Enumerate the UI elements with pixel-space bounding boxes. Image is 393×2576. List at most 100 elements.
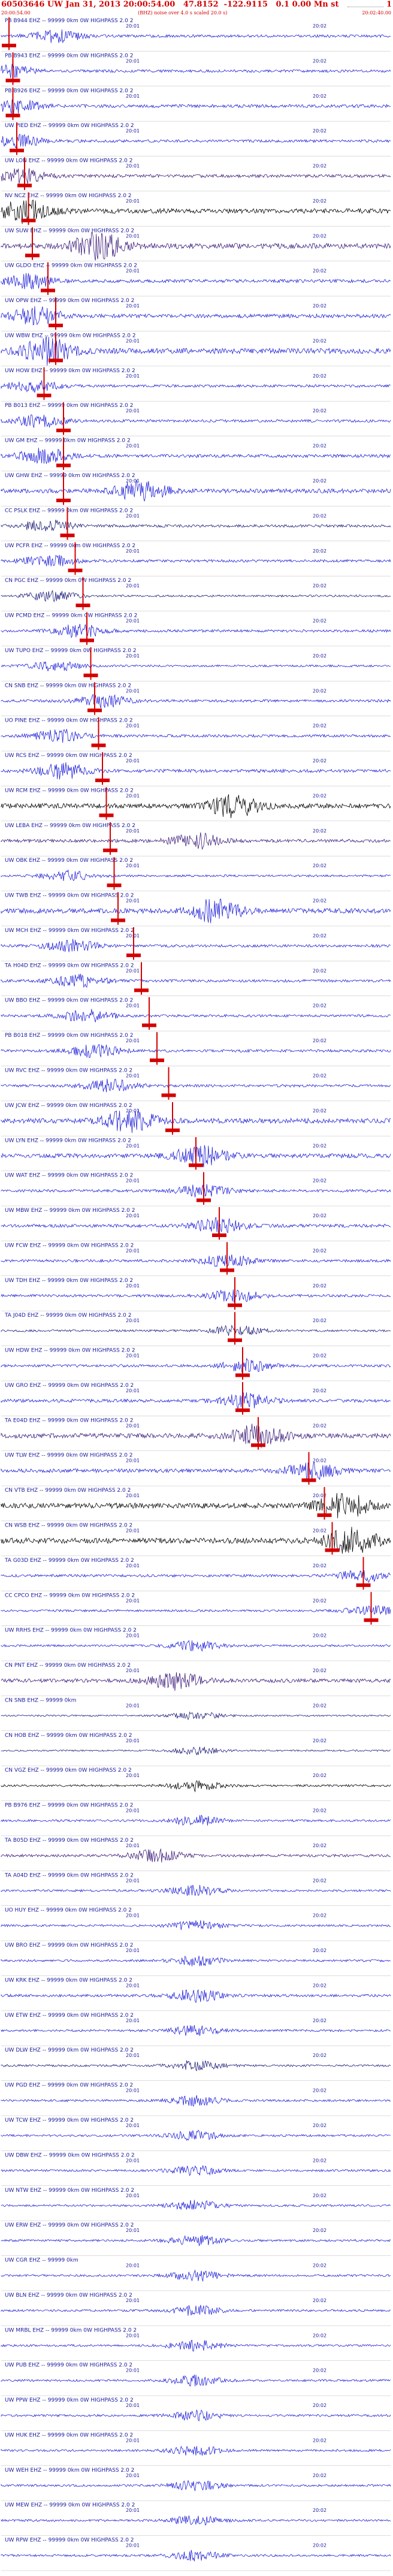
- station-trace-67: UW PUB EHZ -- 99999 0km 0W HIGHPASS 2.0 …: [1, 2363, 391, 2396]
- waveform: [1, 762, 391, 780]
- waveform: [1, 2375, 391, 2387]
- station-trace-31: UW JCW EHZ -- 99999 0km 0W HIGHPASS 2.0 …: [1, 1102, 391, 1136]
- station-label: PB B018 EHZ -- 99999 0km 0W HIGHPASS 2.0…: [5, 1033, 133, 1039]
- pick-flag: [325, 1548, 340, 1552]
- waveform: [1, 2515, 391, 2526]
- station-trace-72: UW RPW EHZ -- 99999 0km 0W HIGHPASS 2.0 …: [1, 2538, 391, 2571]
- time-tick-label: 20:02: [313, 2473, 327, 2478]
- pick-flag: [134, 988, 149, 993]
- station-label: UW BBO EHZ -- 99999 0km 0W HIGHPASS 2.0 …: [5, 998, 133, 1004]
- station-trace-35: UW FCW EHZ -- 99999 0km 0W HIGHPASS 2.0 …: [1, 1242, 391, 1277]
- pick-flag: [107, 883, 122, 888]
- time-tick-label: 20:01: [126, 2158, 140, 2163]
- time-tick-label: 20:01: [126, 1493, 140, 1498]
- waveform: [1, 134, 391, 149]
- time-tick-label: 20:02: [313, 478, 327, 484]
- waveform: [1, 1109, 391, 1133]
- station-trace-47: CN PNT EHZ -- 99999 0km 0W HIGHPASS 2.0 …: [1, 1663, 391, 1696]
- waveform: [1, 1747, 391, 1755]
- waveform: [1, 1184, 391, 1197]
- time-tick-label: 20:02: [313, 2018, 327, 2023]
- station-label: CN SNB EHZ -- 99999 0km: [5, 1697, 76, 1703]
- pick-flag: [5, 113, 20, 117]
- time-tick-label: 20:02: [313, 863, 327, 868]
- waveform: [1, 1605, 391, 1615]
- waveform: [1, 729, 391, 743]
- station-label: UW HDW EHZ -- 99999 0km 0W HIGHPASS 2.0 …: [5, 1348, 135, 1354]
- time-tick-label: 20:02: [313, 2543, 327, 2548]
- station-label: UW HUK EHZ -- 99999 0km 0W HIGHPASS 2.0 …: [5, 2432, 133, 2438]
- pick-flag: [75, 604, 90, 608]
- time-tick-label: 20:01: [126, 2403, 140, 2408]
- time-tick-label: 20:02: [313, 513, 327, 518]
- waveform: [1, 99, 391, 114]
- waveform: [1, 2095, 391, 2107]
- waveform: [1, 1956, 391, 1966]
- waveform: [1, 1358, 391, 1373]
- time-tick-label: 20:02: [313, 1178, 327, 1184]
- station-trace-2: PB B926 EHZ -- 99999 0km 0W HIGHPASS 2.0…: [1, 87, 391, 122]
- station-label: UW LEBA EHZ -- 99999 0km 0W HIGHPASS 2.0…: [5, 823, 135, 829]
- station-label: CN SNB EHZ -- 99999 0km 0W HIGHPASS 2.0 …: [5, 683, 131, 689]
- pick-flag: [235, 1373, 250, 1377]
- time-tick-label: 20:02: [313, 1563, 327, 1568]
- time-tick-label: 20:01: [126, 2193, 140, 2198]
- time-tick-label: 20:02: [313, 1738, 327, 1744]
- station-trace-28: UW BBO EHZ -- 99999 0km 0W HIGHPASS 2.0 …: [1, 997, 391, 1031]
- waveform: [1, 2269, 391, 2282]
- station-trace-56: UW KRK EHZ -- 99999 0km 0W HIGHPASS 2.0 …: [1, 1977, 391, 2011]
- time-tick-label: 20:02: [313, 1598, 327, 1603]
- waveform: [1, 1078, 391, 1093]
- pick-flag: [56, 429, 71, 433]
- time-tick-label: 20:01: [126, 1983, 140, 1988]
- station-label: UW GRO EHZ -- 99999 0km 0W HIGHPASS 2.0 …: [5, 1383, 134, 1389]
- pick-flag: [83, 673, 98, 677]
- time-tick-label: 20:01: [126, 1248, 140, 1253]
- waveform: [1, 2025, 391, 2036]
- time-tick-label: 20:02: [313, 23, 327, 29]
- pick-flag: [220, 1268, 234, 1272]
- station-label: UW GHW EHZ -- 99999 0km 0W HIGHPASS 2.0 …: [5, 473, 135, 479]
- station-label: UW JCW EHZ -- 99999 0km 0W HIGHPASS 2.0 …: [5, 1103, 132, 1109]
- station-trace-19: CN SNB EHZ -- 99999 0km 0W HIGHPASS 2.0 …: [1, 682, 391, 716]
- station-label: PB B976 EHZ -- 99999 0km 0W HIGHPASS 2.0…: [5, 1803, 133, 1809]
- time-tick-label: 20:02: [313, 2158, 327, 2163]
- time-tick-label: 20:01: [126, 2368, 140, 2373]
- time-tick-label: 20:02: [313, 1108, 327, 1114]
- pick-flag: [21, 218, 36, 222]
- time-tick-label: 20:01: [126, 968, 140, 973]
- waveform: [1, 898, 391, 924]
- time-tick-label: 20:02: [313, 303, 327, 309]
- waveform: [1, 1920, 391, 1931]
- time-tick-label: 20:01: [126, 408, 140, 414]
- time-tick-label: 20:01: [126, 1528, 140, 1533]
- station-trace-4: UW LON EHZ -- 99999 0km 0W HIGHPASS 2.0 …: [1, 157, 391, 192]
- pick-flag: [56, 498, 71, 502]
- waveform: [1, 306, 391, 325]
- station-label: UW NTW EHZ -- 99999 0km 0W HIGHPASS 2.0 …: [5, 2188, 134, 2194]
- station-label: UW LYN EHZ -- 99999 0km 0W HIGHPASS 2.0 …: [5, 1138, 131, 1144]
- waveform: [1, 2235, 391, 2246]
- pick-flag: [60, 533, 75, 538]
- pick-flag: [126, 953, 141, 957]
- pick-flag: [80, 638, 94, 643]
- station-label: PB B943 EHZ -- 99999 0km 0W HIGHPASS 2.0…: [5, 53, 133, 59]
- pick-flag: [142, 1023, 156, 1027]
- station-trace-18: UW TUPO EHZ -- 99999 0km 0W HIGHPASS 2.0…: [1, 647, 391, 681]
- time-tick-label: 20:02: [313, 828, 327, 834]
- station-trace-44: TA G03D EHZ -- 99999 0km 0W HIGHPASS 2.0…: [1, 1557, 391, 1591]
- time-tick-label: 20:02: [313, 2368, 327, 2373]
- waveform: [1, 794, 391, 819]
- station-label: PB B926 EHZ -- 99999 0km 0W HIGHPASS 2.0…: [5, 88, 133, 94]
- station-trace-60: UW TCW EHZ -- 99999 0km 0W HIGHPASS 2.0 …: [1, 2117, 391, 2151]
- station-label: UW MRBL EHZ -- 99999 0km 0W HIGHPASS 2.0…: [5, 2327, 137, 2333]
- station-trace-50: CN VGZ EHZ -- 99999 0km 0W HIGHPASS 2.0 …: [1, 1767, 391, 1801]
- station-label: UW BRO EHZ -- 99999 0km 0W HIGHPASS 2.0 …: [5, 1942, 133, 1948]
- time-tick-label: 20:02: [313, 1843, 327, 1848]
- pick-flag: [91, 743, 106, 747]
- time-tick-label: 20:02: [313, 653, 327, 659]
- pick-flag: [228, 1303, 242, 1307]
- time-tick-label: 20:01: [126, 164, 140, 169]
- time-tick-label: 20:02: [313, 898, 327, 904]
- waveform: [1, 1325, 391, 1336]
